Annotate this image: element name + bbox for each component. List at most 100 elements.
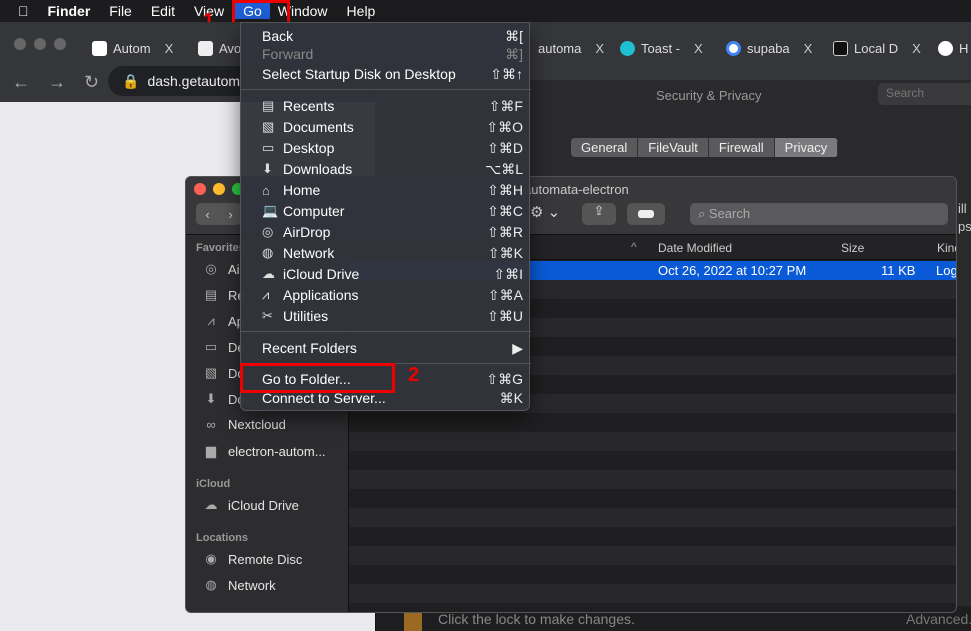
menu-edit[interactable]: Edit: [151, 3, 175, 19]
minimize-button[interactable]: [213, 183, 225, 195]
menu-item-recent-folders[interactable]: Recent Folders ▶: [241, 338, 531, 358]
sidebar-item-icloud[interactable]: ☁ iCloud Drive: [202, 497, 299, 513]
menu-item-recents[interactable]: ▤ Recents ⇧⌘F: [241, 96, 531, 116]
cloud-icon: ☁: [204, 497, 218, 512]
browser-tab[interactable]: Autom X: [92, 38, 173, 58]
tab-bar: General FileVault Firewall Privacy: [571, 138, 839, 157]
close-tab-icon[interactable]: X: [595, 41, 604, 56]
menu-item-applications[interactable]: ⩘ Applications ⇧⌘A: [241, 285, 531, 305]
search-input[interactable]: ⌕ Search: [690, 203, 948, 225]
shortcut: ⇧⌘G: [486, 370, 523, 387]
home-icon: ⌂: [262, 182, 270, 198]
sidebar-item[interactable]: ⩘ Ap: [202, 313, 244, 329]
tag-icon[interactable]: [627, 203, 665, 225]
tab-filevault[interactable]: FileVault: [638, 138, 709, 157]
menu-item-documents[interactable]: ▧ Documents ⇧⌘O: [241, 117, 531, 137]
tab-general[interactable]: General: [571, 138, 639, 157]
shortcut: ⇧⌘O: [486, 118, 523, 135]
menu-item-computer[interactable]: 💻 Computer ⇧⌘C: [241, 201, 531, 221]
go-menu: Back ⌘[Forward ⌘] Select Startup Disk on De…: [240, 22, 531, 411]
close-button[interactable]: [194, 183, 206, 195]
forward-icon[interactable]: →: [48, 72, 66, 93]
menu-item-airdrop[interactable]: ◎ AirDrop ⇧⌘R: [241, 222, 531, 242]
network-icon: ◍: [205, 577, 217, 592]
menu-item-label: Computer: [283, 203, 345, 219]
sidebar-item-nextcloud[interactable]: ∞ Nextcloud: [202, 417, 285, 432]
recents-icon: ▤: [262, 98, 275, 113]
menu-item-utilities[interactable]: ✂ Utilities ⇧⌘U: [241, 306, 531, 326]
local-icon: [833, 40, 848, 56]
sidebar-item[interactable]: ⬇ Do: [202, 391, 245, 407]
column-kind[interactable]: Kind: [937, 241, 956, 255]
tab-firewall[interactable]: Firewall: [708, 138, 775, 157]
sidebar-item[interactable]: ▧ Do: [202, 365, 245, 381]
window-title: Security & Privacy: [656, 88, 762, 103]
browser-tab[interactable]: H: [938, 38, 968, 58]
browser-tab[interactable]: automa X: [538, 38, 604, 58]
menu-item-label: Downloads: [283, 161, 353, 177]
close-tab-icon[interactable]: X: [694, 41, 703, 56]
share-icon[interactable]: ⇪: [582, 203, 616, 225]
notion-icon: [92, 40, 107, 56]
menu-item-label: Desktop: [283, 140, 335, 156]
menu-item-label: Forward: [262, 46, 314, 62]
shortcut: ⇧⌘I: [493, 265, 523, 282]
close-tab-icon[interactable]: X: [912, 41, 921, 56]
sidebar-item[interactable]: ◎ Ai: [202, 261, 239, 277]
browser-tab[interactable]: supaba X: [726, 38, 812, 58]
menu-item-home[interactable]: ⌂ Home ⇧⌘H: [241, 180, 531, 200]
menu-finder[interactable]: Finder: [48, 3, 91, 19]
close-tab-icon[interactable]: X: [804, 41, 813, 56]
menu-item-label: Back: [262, 28, 294, 44]
reload-icon[interactable]: ↻: [84, 72, 99, 93]
menu-bar:  Finder File Edit View Go Window Help: [0, 0, 971, 22]
airdrop-icon: ◎: [262, 224, 274, 239]
shortcut: ⇧⌘H: [487, 181, 523, 198]
forward-icon[interactable]: ›: [228, 207, 232, 222]
menu-item-desktop[interactable]: ▭ Desktop ⇧⌘D: [241, 138, 531, 158]
gear-icon[interactable]: ⚙ ⌄: [530, 203, 572, 225]
applications-icon: ⩘: [262, 287, 270, 302]
shortcut: ⇧⌘R: [487, 223, 523, 240]
menu-file[interactable]: File: [109, 3, 132, 19]
browser-tab[interactable]: Avo: [198, 38, 241, 58]
menu-item-label: Recents: [283, 98, 335, 114]
menu-item-forward[interactable]: Forward ⌘]: [241, 44, 531, 64]
sidebar-item[interactable]: ▭ De: [202, 339, 245, 355]
menu-item-label: Recent Folders: [262, 340, 357, 356]
close-tab-icon[interactable]: X: [165, 41, 174, 56]
google-icon: [726, 40, 741, 56]
column-size[interactable]: Size: [841, 241, 864, 255]
menu-item-downloads[interactable]: ⬇ Downloads ⌥⌘L: [241, 159, 531, 179]
sidebar-item-folder[interactable]: ▆ electron-autom...: [202, 443, 326, 459]
menu-item-back[interactable]: Back ⌘[: [241, 26, 531, 46]
menu-item-startup-disk[interactable]: Select Startup Disk on Desktop ⇧⌘↑: [241, 64, 531, 84]
apple-icon[interactable]: : [18, 3, 29, 19]
documents-icon: ▧: [204, 365, 218, 380]
back-icon[interactable]: ‹: [205, 207, 209, 222]
shortcut: ⇧⌘↑: [490, 65, 523, 82]
tab-privacy[interactable]: Privacy: [774, 138, 839, 157]
browser-tab[interactable]: Toast -X: [620, 38, 703, 58]
sidebar-item[interactable]: ▤ Re: [202, 287, 245, 303]
lock-icon[interactable]: [404, 612, 422, 631]
shortcut: ⇧⌘U: [487, 307, 523, 324]
shortcut: ▶: [512, 339, 523, 356]
computer-icon: 💻: [262, 203, 279, 218]
applications-icon: ⩘: [207, 313, 215, 328]
column-date-modified[interactable]: Date Modified: [658, 241, 732, 255]
folder-icon: ▆: [206, 443, 216, 458]
utilities-icon: ✂: [262, 308, 273, 323]
sidebar-item-network[interactable]: ◍ Network: [202, 577, 275, 593]
menu-item-icloud-drive[interactable]: ☁ iCloud Drive ⇧⌘I: [241, 264, 531, 284]
sidebar-item-remote-disc[interactable]: ◉ Remote Disc: [202, 551, 302, 567]
search-input[interactable]: Search: [878, 83, 971, 105]
menu-item-network[interactable]: ◍ Network ⇧⌘K: [241, 243, 531, 263]
back-icon[interactable]: ←: [12, 72, 30, 93]
menu-help[interactable]: Help: [347, 3, 376, 19]
lock-icon: 🔒: [122, 72, 140, 89]
browser-tab[interactable]: Local DX: [833, 38, 921, 58]
advanced-button[interactable]: Advanced...: [906, 611, 971, 627]
menu-separator: [241, 331, 531, 332]
window-controls[interactable]: [14, 38, 66, 50]
